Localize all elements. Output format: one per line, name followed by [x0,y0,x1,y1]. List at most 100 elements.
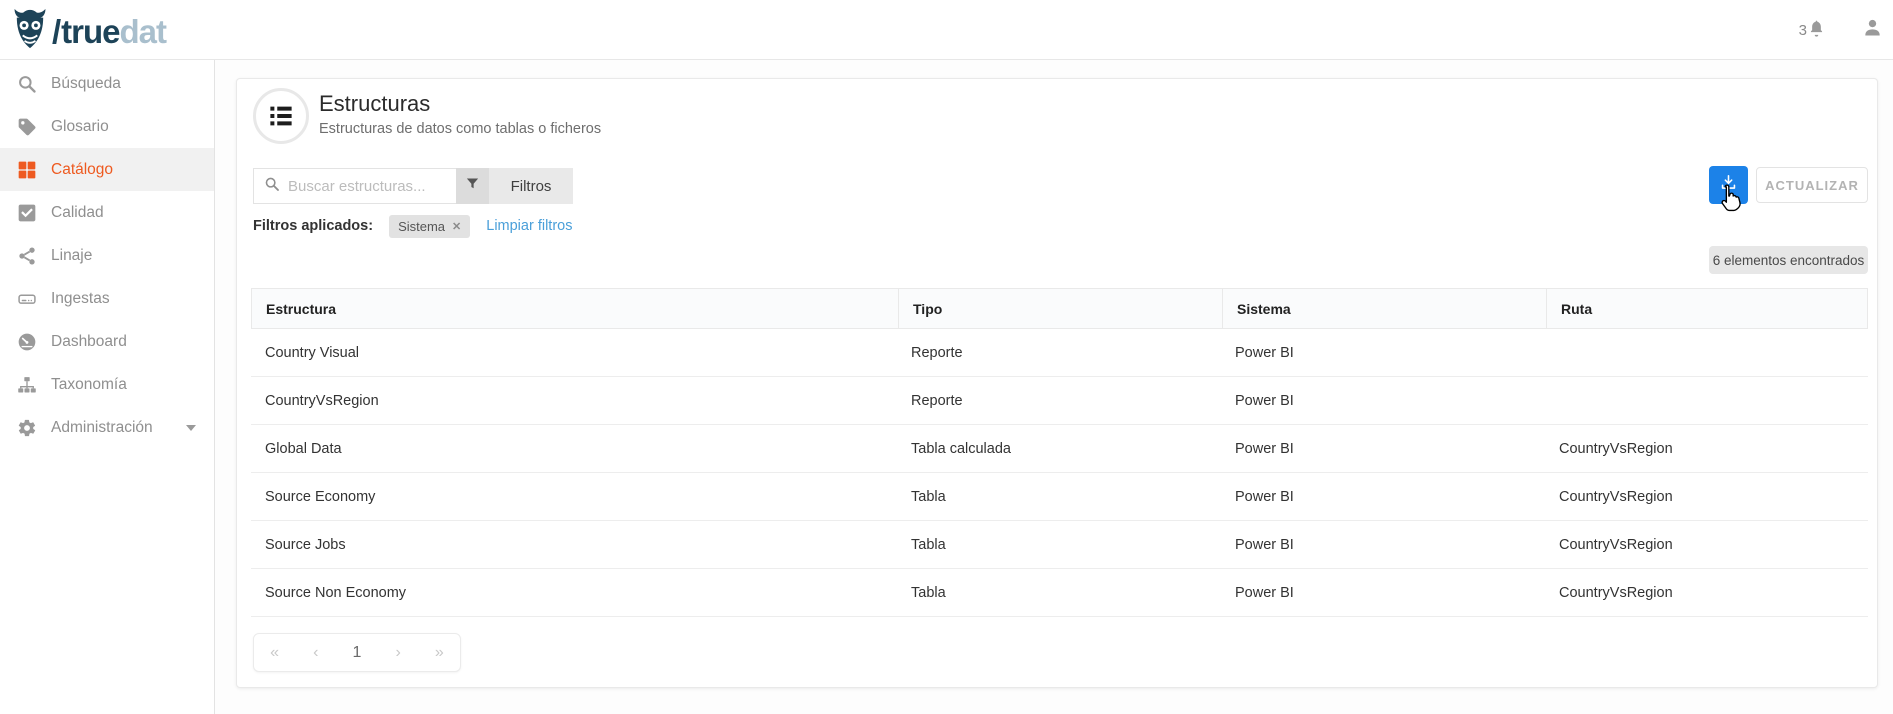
app-screen: /truedat 3 Búsqueda [0,0,1893,714]
sidebar-item-linaje[interactable]: Linaje [0,234,214,277]
sidebar-item-label: Taxonomía [51,376,127,394]
filter-chip-sistema[interactable]: Sistema ✕ [389,215,470,238]
table-cell: Country Visual [251,329,897,376]
sidebar-item-label: Ingestas [51,290,110,308]
user-menu-button[interactable] [1862,17,1883,43]
sidebar-item-ingestas[interactable]: Ingestas [0,277,214,320]
results-count-badge: 6 elementos encontrados [1709,246,1868,274]
notification-count: 3 [1799,22,1807,39]
filters-button[interactable]: Filtros [489,168,573,204]
table-cell: Power BI [1221,521,1545,568]
search-input[interactable] [288,178,448,195]
structures-table: Estructura Tipo Sistema Ruta Country Vis… [251,288,1868,617]
table-cell [1545,329,1868,376]
filter-funnel-button[interactable] [456,168,489,204]
table-cell: Power BI [1221,569,1545,616]
table-cell: Tabla [897,521,1221,568]
table-cell: Source Economy [251,473,897,520]
clear-filters-link[interactable]: Limpiar filtros [486,218,572,234]
sidebar-item-label: Búsqueda [51,75,121,93]
table-cell: Global Data [251,425,897,472]
table-cell: Reporte [897,329,1221,376]
download-icon [1719,173,1738,197]
column-header-ruta: Ruta [1546,289,1869,328]
server-icon [17,289,37,309]
table-row[interactable]: Source JobsTablaPower BICountryVsRegion [251,521,1868,569]
gauge-icon [17,332,37,352]
table-cell: Tabla calculada [897,425,1221,472]
pagination-prev-button[interactable]: ‹ [301,644,331,662]
sidebar-item-calidad[interactable]: Calidad [0,191,214,234]
table-row[interactable]: Source Non EconomyTablaPower BICountryVs… [251,569,1868,617]
search-icon [17,74,37,94]
update-button[interactable]: ACTUALIZAR [1756,167,1868,203]
sidebar-item-label: Administración [51,419,153,437]
sidebar-item-busqueda[interactable]: Búsqueda [0,62,214,105]
filter-chip-label: Sistema [398,219,445,234]
sidebar-item-label: Catálogo [51,161,113,179]
estructuras-card: Estructuras Estructuras de datos como ta… [236,78,1878,688]
table-cell: Power BI [1221,473,1545,520]
column-header-sistema: Sistema [1222,289,1546,328]
table-cell: Reporte [897,377,1221,424]
table-cell: Tabla [897,473,1221,520]
table-row[interactable]: Country VisualReportePower BI [251,329,1868,377]
top-bar: /truedat 3 [0,0,1893,60]
sidebar-item-taxonomia[interactable]: Taxonomía [0,363,214,406]
page-subtitle: Estructuras de datos como tablas o fiche… [319,121,601,137]
column-header-tipo: Tipo [898,289,1222,328]
applied-filters-label: Filtros aplicados: [253,218,373,234]
close-icon[interactable]: ✕ [452,220,461,233]
table-cell: Tabla [897,569,1221,616]
table-cell: Power BI [1221,425,1545,472]
table-body: Country VisualReportePower BICountryVsRe… [251,329,1868,617]
table-cell: CountryVsRegion [1545,569,1868,616]
table-header-row: Estructura Tipo Sistema Ruta [251,288,1868,329]
search-icon [254,176,280,197]
table-cell: CountryVsRegion [1545,473,1868,520]
table-cell: CountryVsRegion [1545,425,1868,472]
table-cell: Source Jobs [251,521,897,568]
sidebar-item-glosario[interactable]: Glosario [0,105,214,148]
funnel-icon [465,176,480,196]
user-icon [1862,25,1883,42]
table-cell: CountryVsRegion [1545,521,1868,568]
pagination-next-button[interactable]: › [383,644,413,662]
pagination-page-1[interactable]: 1 [342,644,372,662]
share-icon [17,246,37,266]
table-cell: Power BI [1221,329,1545,376]
sidebar-item-label: Dashboard [51,333,127,351]
logo-wordmark: /truedat [52,13,166,51]
sidebar-item-label: Linaje [51,247,92,265]
grid-icon [17,160,37,180]
search-box [253,168,456,204]
bell-icon [1807,19,1826,42]
pagination-last-button[interactable]: » [424,644,454,662]
sidebar-item-catalogo[interactable]: Catálogo [0,148,214,191]
column-header-estructura: Estructura [252,289,898,328]
notifications-button[interactable]: 3 [1799,19,1826,42]
sidebar-item-dashboard[interactable]: Dashboard [0,320,214,363]
page-title: Estructuras [319,91,430,117]
table-cell: Power BI [1221,377,1545,424]
download-button[interactable] [1709,166,1748,204]
list-icon [253,88,309,144]
table-cell: Source Non Economy [251,569,897,616]
gear-icon [17,418,37,438]
chevron-down-icon [186,425,196,431]
sitemap-icon [17,375,37,395]
table-cell: CountryVsRegion [251,377,897,424]
pagination: « ‹ 1 › » [253,633,461,672]
pagination-first-button[interactable]: « [260,644,290,662]
sidebar-item-label: Calidad [51,204,104,222]
table-row[interactable]: CountryVsRegionReportePower BI [251,377,1868,425]
applied-filters-row: Filtros aplicados: Sistema ✕ Limpiar fil… [253,214,572,238]
sidebar: Búsqueda Glosario Catálogo Calidad Linaj [0,60,215,714]
table-row[interactable]: Global DataTabla calculadaPower BICountr… [251,425,1868,473]
sidebar-item-label: Glosario [51,118,109,136]
truedat-logo[interactable]: /truedat [10,7,166,56]
check-square-icon [17,203,37,223]
table-row[interactable]: Source EconomyTablaPower BICountryVsRegi… [251,473,1868,521]
sidebar-item-administracion[interactable]: Administración [0,406,214,449]
owl-logo-icon [10,7,50,56]
